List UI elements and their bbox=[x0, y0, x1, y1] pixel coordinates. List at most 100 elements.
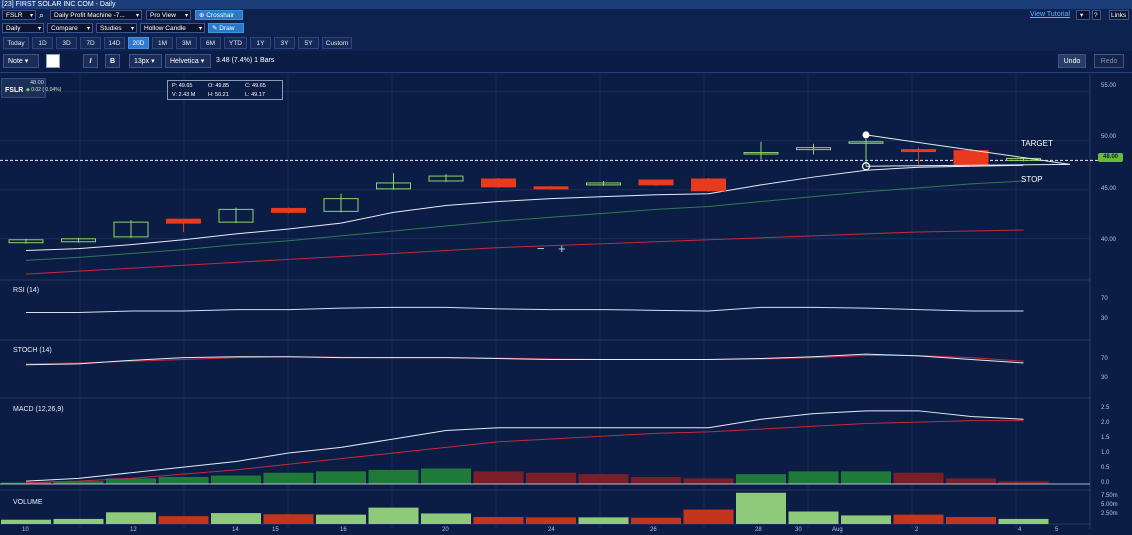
timeframe-today[interactable]: Today bbox=[3, 37, 29, 49]
chevron-down-icon: ▾ bbox=[184, 13, 188, 19]
studies-text: Studies bbox=[100, 25, 122, 32]
draw-label: Draw bbox=[219, 25, 235, 32]
x-tick: 26 bbox=[650, 527, 657, 533]
bold-button[interactable]: B bbox=[105, 54, 120, 68]
candle-body bbox=[271, 207, 306, 213]
macd-histogram-bar bbox=[158, 476, 209, 484]
volume-tick: 7.50m bbox=[1101, 493, 1118, 499]
redo-button[interactable]: Redo bbox=[1094, 54, 1124, 68]
draw-button[interactable]: ✎ Draw bbox=[208, 23, 244, 33]
timeframe-1m[interactable]: 1M bbox=[152, 37, 173, 49]
chevron-down-icon: ▾ bbox=[86, 26, 90, 32]
volume-bar bbox=[1, 519, 51, 524]
macd-label: MACD (12,26,9) bbox=[13, 406, 64, 413]
x-tick: 4 bbox=[1018, 527, 1022, 533]
timeframe-6m[interactable]: 6M bbox=[200, 37, 221, 49]
x-tick: 20 bbox=[442, 527, 449, 533]
macd-histogram-bar bbox=[893, 472, 944, 484]
ohlc-volume: V: 2.43 M bbox=[172, 92, 196, 98]
x-tick: 28 bbox=[755, 527, 762, 533]
volume-bar bbox=[578, 517, 629, 524]
chart-style-text: Hollow Candle bbox=[144, 25, 186, 32]
symbol-input[interactable]: FSLR ▾ bbox=[2, 10, 36, 20]
timeframe-20d[interactable]: 20D bbox=[128, 37, 149, 49]
undo-button[interactable]: Undo bbox=[1058, 54, 1086, 68]
macd-histogram-bar bbox=[736, 474, 786, 484]
chevron-down-icon[interactable]: ▾ bbox=[1076, 10, 1090, 20]
font-size-text: 13px bbox=[134, 58, 150, 65]
volume-bar bbox=[683, 509, 734, 524]
volume-bar bbox=[263, 514, 314, 524]
anchor-point bbox=[862, 131, 870, 139]
studies-select[interactable]: Studies ▾ bbox=[96, 23, 137, 33]
last-price-marker: 48.00 bbox=[1098, 153, 1123, 162]
study-template-text: Daily Profit Machine -7... bbox=[54, 12, 125, 19]
note-select[interactable]: Note ▾ bbox=[3, 54, 39, 68]
ohlc-low: L: 49.17 bbox=[245, 92, 265, 98]
period-select[interactable]: Daily ▾ bbox=[2, 23, 44, 33]
price-tick: 45.00 bbox=[1101, 186, 1117, 192]
help-icon[interactable]: ? bbox=[1092, 10, 1101, 20]
candle-body bbox=[953, 150, 989, 166]
macd-histogram-bar bbox=[631, 476, 681, 484]
timeframe-1d[interactable]: 1D bbox=[32, 37, 53, 49]
timeframe-3y[interactable]: 3Y bbox=[274, 37, 295, 49]
zoom-out-icon[interactable]: − bbox=[537, 241, 545, 256]
ticker-change-text: 0.02 ( 0.04%) bbox=[31, 87, 62, 93]
zoom-in-icon[interactable]: + bbox=[558, 241, 566, 256]
volume-bar bbox=[526, 517, 576, 524]
volume-bar bbox=[788, 511, 839, 524]
macd-histogram-bar bbox=[473, 471, 524, 484]
font-size-select[interactable]: 13px ▾ bbox=[129, 54, 162, 68]
ticker-price: 48.00 bbox=[30, 80, 44, 86]
chevron-down-icon: ▾ bbox=[29, 13, 33, 19]
volume-bar bbox=[841, 515, 891, 524]
timeframe-7d[interactable]: 7D bbox=[80, 37, 101, 49]
x-axis: 10 12 14 15 16 20 24 26 28 30 Aug 2 4 5 bbox=[0, 527, 1132, 535]
study-template-select[interactable]: Daily Profit Machine -7... ▾ bbox=[50, 10, 142, 20]
timeframe-3d[interactable]: 3D bbox=[56, 37, 77, 49]
timeframe-3m[interactable]: 3M bbox=[176, 37, 197, 49]
ohlc-box: P: 49.65 O: 49.85 C: 49.65 V: 2.43 M H: … bbox=[167, 80, 283, 100]
x-tick: 10 bbox=[22, 527, 29, 533]
search-icon[interactable]: ⌕ bbox=[39, 10, 44, 21]
macd-histogram-bar bbox=[421, 468, 471, 484]
toolbar-row-1: FSLR ▾ ⌕ Daily Profit Machine -7... ▾ Pro … bbox=[0, 9, 1132, 22]
volume-bar bbox=[368, 507, 419, 524]
macd-histogram-bar bbox=[263, 472, 314, 484]
timeframe-14d[interactable]: 14D bbox=[104, 37, 125, 49]
links-button[interactable]: Links bbox=[1109, 10, 1129, 20]
view-tutorial-link[interactable]: View Tutorial bbox=[1030, 11, 1070, 18]
volume-tick: 2.50m bbox=[1101, 511, 1118, 517]
measure-readout: 3.48 (7.4%) 1 Bars bbox=[216, 57, 275, 64]
chevron-down-icon: ▾ bbox=[130, 26, 134, 32]
font-select[interactable]: Helvetica ▾ bbox=[165, 54, 211, 68]
volume-bar bbox=[631, 517, 681, 524]
macd-tick: 0.0 bbox=[1101, 480, 1110, 486]
rsi-line bbox=[26, 306, 1024, 314]
volume-tick: 5.00m bbox=[1101, 502, 1118, 508]
italic-button[interactable]: I bbox=[83, 54, 98, 68]
x-tick: 5 bbox=[1055, 527, 1059, 533]
note-label: Note bbox=[8, 58, 23, 65]
volume-bar bbox=[158, 516, 209, 524]
timeframe-ytd[interactable]: YTD bbox=[224, 37, 247, 49]
chart-svg[interactable] bbox=[0, 74, 1132, 535]
candle-body bbox=[901, 149, 936, 153]
volume-bar bbox=[998, 518, 1049, 524]
macd-tick: 1.5 bbox=[1101, 435, 1110, 441]
color-swatch[interactable] bbox=[46, 54, 60, 68]
x-tick: 14 bbox=[232, 527, 239, 533]
ohlc-close: C: 49.65 bbox=[245, 83, 266, 89]
period-text: Daily bbox=[6, 25, 21, 32]
timeframe-1y[interactable]: 1Y bbox=[250, 37, 271, 49]
crosshair-button[interactable]: ⊕ Crosshair bbox=[195, 10, 243, 20]
chevron-down-icon: ▾ bbox=[198, 26, 202, 32]
compare-select[interactable]: Compare ▾ bbox=[47, 23, 93, 33]
candle-body bbox=[691, 178, 726, 192]
view-select[interactable]: Pro View ▾ bbox=[146, 10, 191, 20]
chart-style-select[interactable]: Hollow Candle ▾ bbox=[140, 23, 205, 33]
timeframe-custom[interactable]: Custom bbox=[322, 37, 352, 49]
ticker-symbol: FSLR bbox=[5, 87, 24, 94]
timeframe-5y[interactable]: 5Y bbox=[298, 37, 319, 49]
